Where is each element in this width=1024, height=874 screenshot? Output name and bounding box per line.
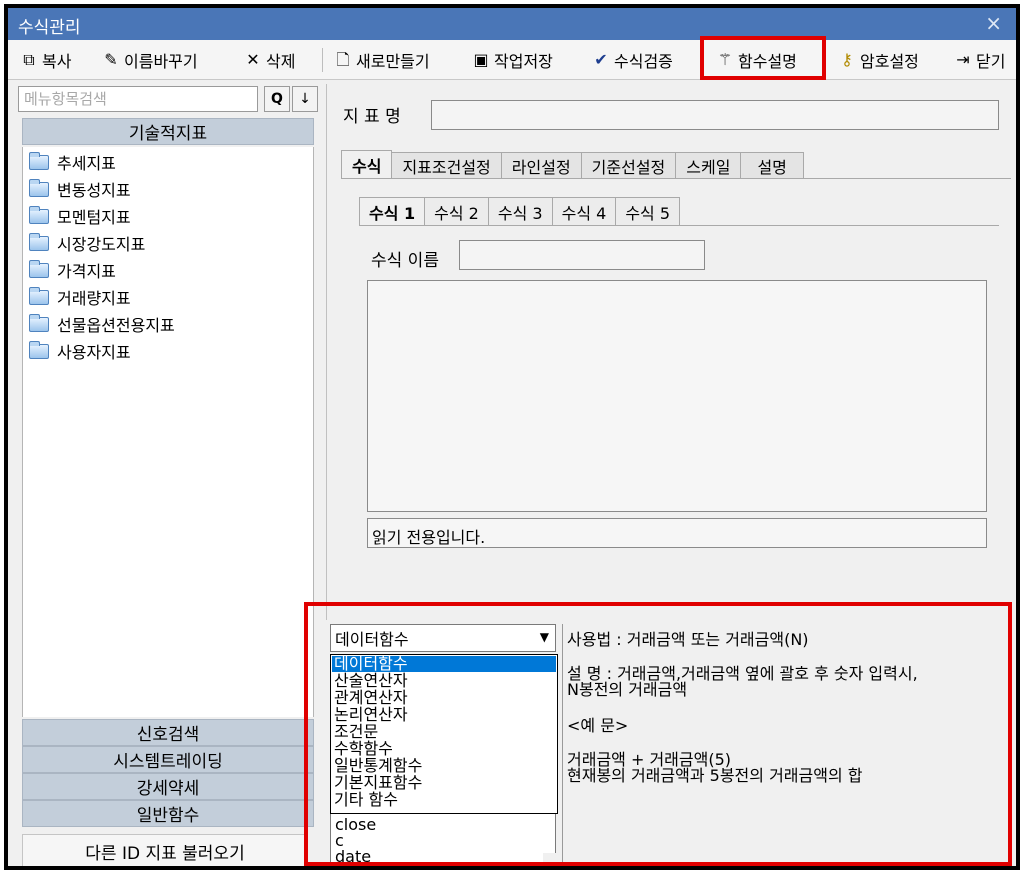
exit-icon: ⇥ <box>956 50 970 69</box>
category-signal-search[interactable]: 신호검색 <box>22 719 314 746</box>
save-icon: ▣ <box>473 50 489 69</box>
copy-icon: ⧉ <box>23 50 35 69</box>
dropdown-option[interactable]: 조건문 <box>334 724 378 740</box>
tree-item[interactable]: 사용자지표 <box>29 340 131 362</box>
dropdown-option[interactable]: 데이터함수 <box>334 656 408 672</box>
tree-item[interactable]: 추세지표 <box>29 151 116 173</box>
tab-baseline-settings[interactable]: 기준선설정 <box>580 152 677 178</box>
folder-icon <box>29 232 49 251</box>
category-technical-indicators[interactable]: 기술적지표 <box>22 118 314 145</box>
tree-item[interactable]: 모멘텀지표 <box>29 205 131 227</box>
category-system-trading[interactable]: 시스템트레이딩 <box>22 746 314 773</box>
dropdown-option[interactable]: 산술연산자 <box>334 673 408 689</box>
function-description: 사용법 : 거래금액 또는 거래금액(N) 설 명 : 거래금액,거래금액 옆에… <box>562 624 1008 866</box>
tab-formula-3[interactable]: 수식 3 <box>487 197 553 225</box>
dropdown-arrow-icon[interactable]: ▼ <box>540 630 549 644</box>
password-button[interactable]: ⚷ 암호설정 <box>838 47 919 73</box>
key-icon: ⚷ <box>841 50 853 69</box>
readonly-notice: 읽기 전용입니다. <box>367 518 987 548</box>
toolbar-separator <box>322 48 323 72</box>
close-button[interactable]: ⇥ 닫기 <box>954 47 1005 73</box>
indicator-name-label: 지 표 명 <box>343 107 401 127</box>
tab-divider <box>341 178 1011 179</box>
tree-item[interactable]: 가격지표 <box>29 259 116 281</box>
folder-icon <box>29 151 49 170</box>
folder-icon <box>29 178 49 197</box>
new-button[interactable]: 🗋 새로만들기 <box>334 47 430 73</box>
verify-button[interactable]: ✔ 수식검증 <box>592 47 673 73</box>
tab-description[interactable]: 설명 <box>740 152 804 178</box>
dropdown-option[interactable]: 기본지표함수 <box>334 775 422 791</box>
search-button[interactable]: Q <box>264 86 290 112</box>
tab-formula-2[interactable]: 수식 2 <box>424 197 489 225</box>
tab-formula-5[interactable]: 수식 5 <box>615 197 681 225</box>
toolbar-separator <box>702 48 703 72</box>
load-other-id-button[interactable]: 다른 ID 지표 불러오기 <box>22 834 308 866</box>
folder-icon <box>29 205 49 224</box>
tab-formula-1[interactable]: 수식 1 <box>359 197 426 225</box>
indicator-tree: 추세지표 변동성지표 모멘텀지표 시장강도지표 가격지표 거래량지표 선물옵션전… <box>22 147 314 717</box>
folder-icon <box>29 286 49 305</box>
window-title: 수식관리 <box>18 18 81 38</box>
copy-button[interactable]: ⧉ 복사 <box>20 47 71 73</box>
dropdown-option[interactable]: 관계연산자 <box>334 690 408 706</box>
tree-item[interactable]: 선물옵션전용지표 <box>29 313 175 335</box>
subtab-divider <box>359 225 999 226</box>
rename-icon: ✎ <box>104 50 118 69</box>
folder-icon <box>29 259 49 278</box>
dropdown-option[interactable]: 논리연산자 <box>334 707 408 723</box>
rename-button[interactable]: ✎ 이름바꾸기 <box>102 47 197 73</box>
usage-text: 사용법 : 거래금액 또는 거래금액(N) <box>567 630 809 649</box>
function-list-scrollbar[interactable]: ⌄ <box>543 853 557 866</box>
dropdown-option[interactable]: 일반통계함수 <box>334 758 422 774</box>
function-helper-panel: close c date ⌄ 데이터함수 ▼ 데이터함수 산술연산자 관계연산자… <box>326 620 1012 866</box>
menu-search-input[interactable] <box>18 86 258 112</box>
tab-formula-4[interactable]: 수식 4 <box>551 197 617 225</box>
example-text: 현재봉의 거래금액과 5봉전의 거래금액의 합 <box>567 766 863 785</box>
settings-tabs: 수식 지표조건설정 라인설정 기준선설정 스케일 설명 <box>341 150 804 178</box>
folder-icon <box>29 340 49 359</box>
title-bar: 수식관리 × <box>8 8 1016 40</box>
formula-editor[interactable] <box>367 280 987 512</box>
tab-indicator-conditions[interactable]: 지표조건설정 <box>391 152 502 178</box>
category-general-functions[interactable]: 일반함수 <box>22 800 314 827</box>
tree-item[interactable]: 시장강도지표 <box>29 232 145 254</box>
search-icon: Q <box>271 91 283 107</box>
tree-item[interactable]: 거래량지표 <box>29 286 131 308</box>
description-text: N봉전의 거래금액 <box>567 680 688 699</box>
dropdown-option[interactable]: 수학함수 <box>334 741 393 757</box>
tab-scale[interactable]: 스케일 <box>675 152 742 178</box>
indicator-name-field[interactable] <box>431 100 999 130</box>
function-help-button[interactable]: ⚚ 함수설명 <box>716 47 797 73</box>
checkmark-icon: ✔ <box>594 50 608 69</box>
delete-icon: ✕ <box>246 50 260 69</box>
formula-tabs: 수식 1 수식 2 수식 3 수식 4 수식 5 <box>359 197 681 225</box>
dropdown-option[interactable]: 기타 함수 <box>334 792 398 808</box>
close-icon[interactable]: × <box>985 11 1002 35</box>
function-category-dropdown: 데이터함수 산술연산자 관계연산자 논리연산자 조건문 수학함수 일반통계함수 … <box>330 654 558 814</box>
formula-name-label: 수식 이름 <box>371 251 439 271</box>
delete-button[interactable]: ✕ 삭제 <box>244 47 295 73</box>
left-panel: Q ↓ 기술적지표 추세지표 변동성지표 모멘텀지표 시장강도지표 가격지표 거… <box>16 84 318 866</box>
folder-icon <box>29 313 49 332</box>
category-bull-bear[interactable]: 강세약세 <box>22 773 314 800</box>
tree-item[interactable]: 변동성지표 <box>29 178 131 200</box>
formula-manager-window: 수식관리 × ⧉ 복사 ✎ 이름바꾸기 ✕ 삭제 🗋 새로만들기 ▣ 작업저장 … <box>4 4 1020 870</box>
example-header: <예 문> <box>567 716 629 735</box>
save-button[interactable]: ▣ 작업저장 <box>472 47 552 73</box>
new-document-icon: 🗋 <box>336 50 350 69</box>
formula-name-field[interactable] <box>459 240 705 270</box>
down-button[interactable]: ↓ <box>292 86 318 112</box>
arrow-down-icon: ↓ <box>299 91 311 107</box>
function-item[interactable]: date <box>335 849 371 865</box>
tab-line-settings[interactable]: 라인설정 <box>500 152 582 178</box>
function-category-select[interactable]: 데이터함수 ▼ <box>330 624 556 652</box>
tab-formula[interactable]: 수식 <box>341 150 393 178</box>
toolbar: ⧉ 복사 ✎ 이름바꾸기 ✕ 삭제 🗋 새로만들기 ▣ 작업저장 ✔ 수식검증 … <box>8 40 1016 80</box>
magic-wand-icon: ⚚ <box>717 50 733 69</box>
